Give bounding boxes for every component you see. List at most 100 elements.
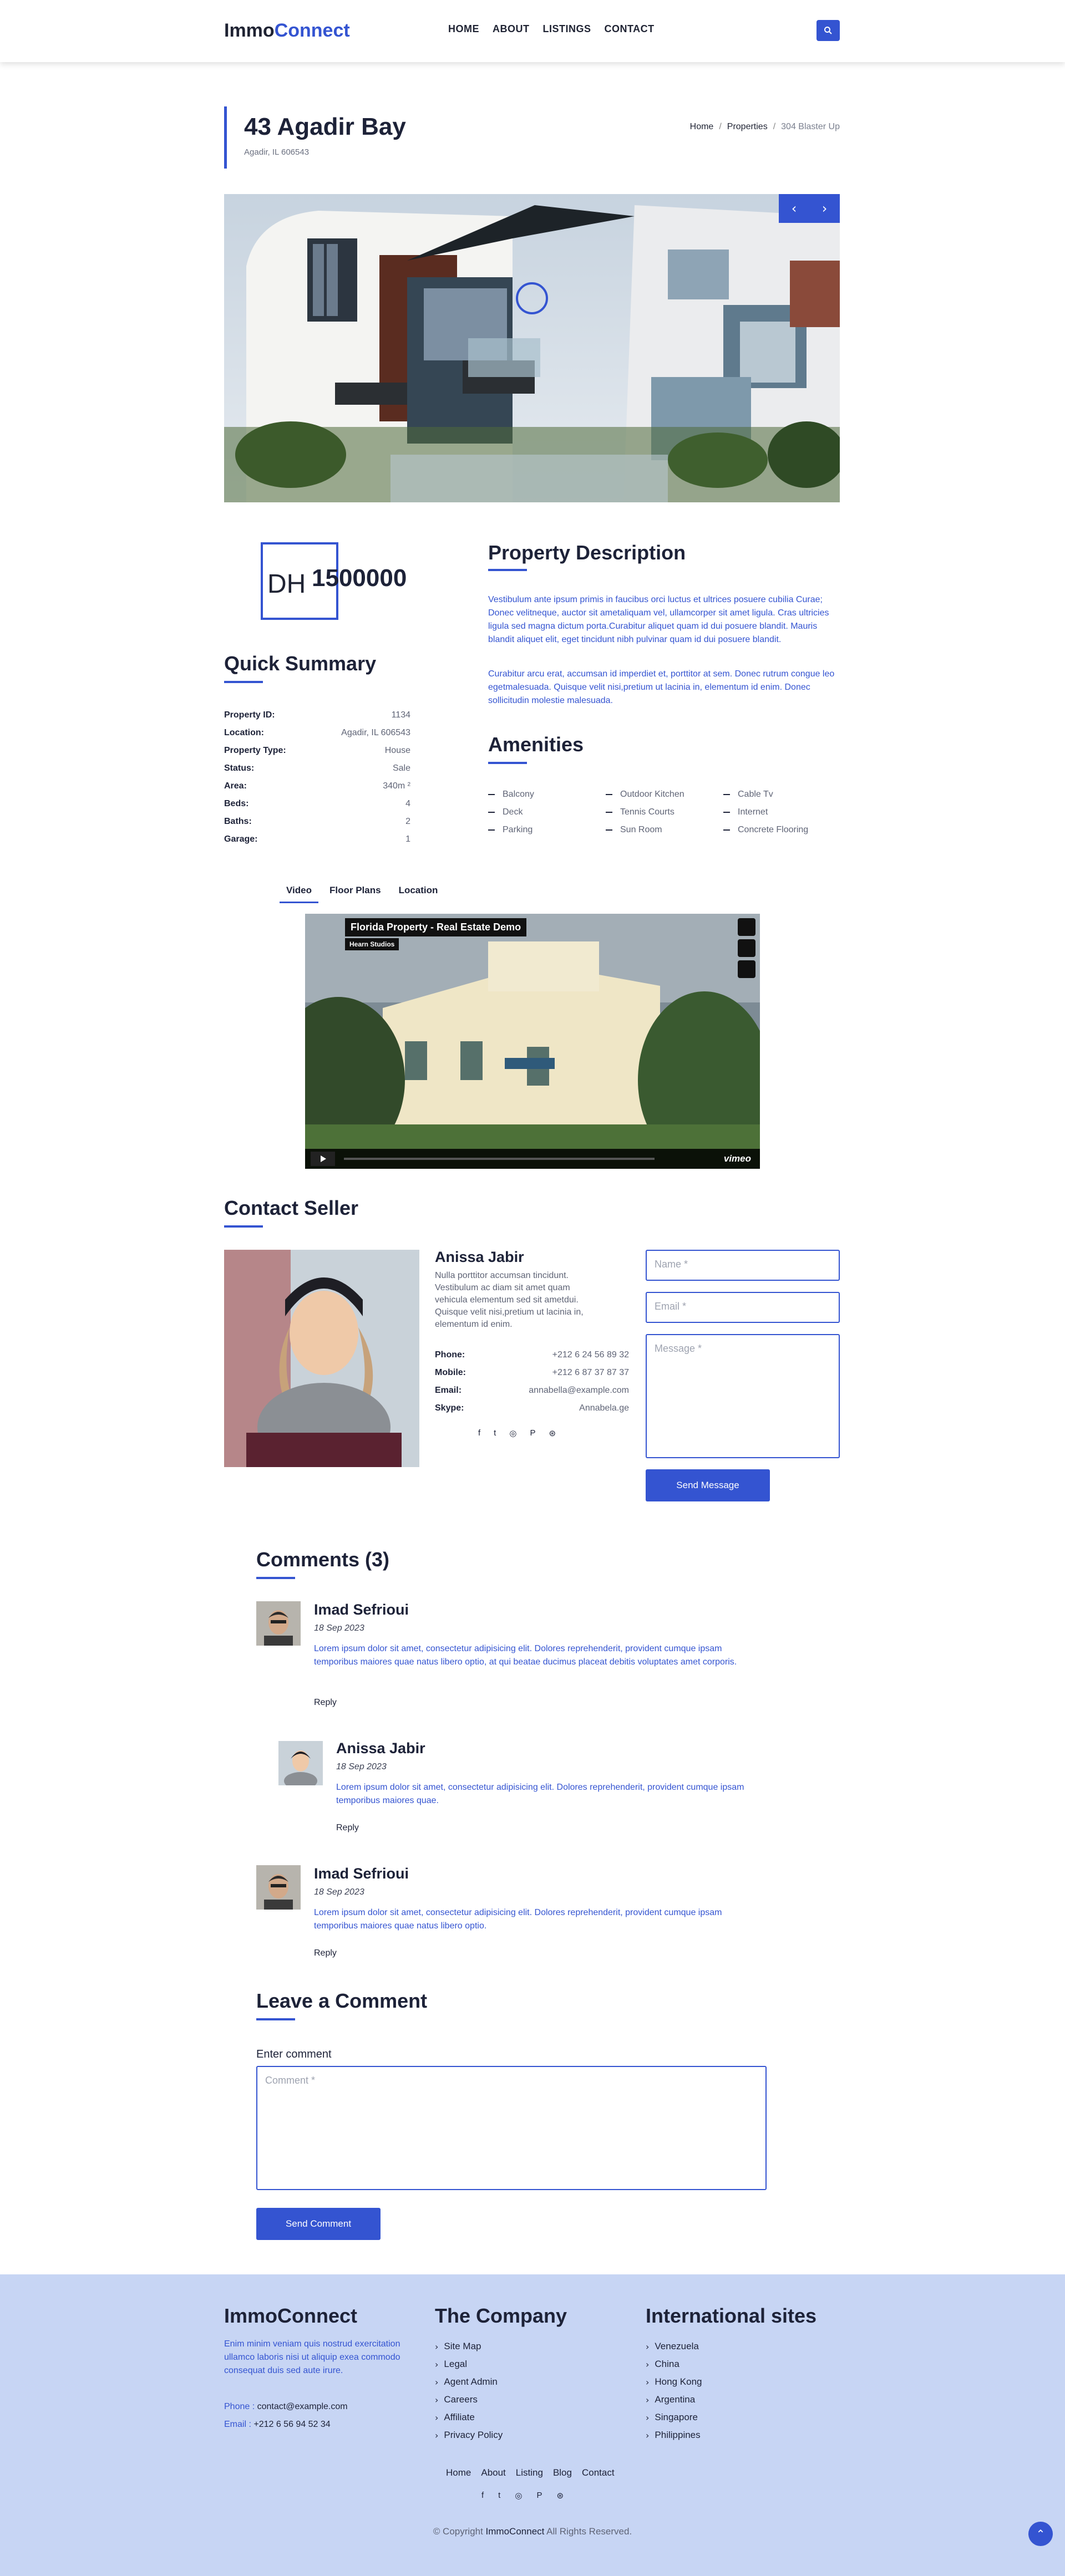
info-value[interactable]: annabella@example.com xyxy=(529,1386,629,1396)
logo-part-b: Connect xyxy=(274,20,350,41)
media-tabs: Video Floor Plans Location xyxy=(280,885,444,903)
footer-link[interactable]: Affiliate xyxy=(435,2409,503,2426)
pinterest-icon[interactable]: P xyxy=(536,2491,542,2501)
tab-floor-plans[interactable]: Floor Plans xyxy=(323,885,388,903)
description-paragraph: Curabitur arcu erat, accumsan id imperdi… xyxy=(488,669,835,705)
copyright-suffix: All Rights Reserved. xyxy=(544,2526,632,2537)
footer-link[interactable]: Venezuela xyxy=(646,2338,702,2355)
amenity-label: Sun Room xyxy=(620,825,662,834)
seller-photo xyxy=(224,1250,419,1467)
footer-link[interactable]: Philippines xyxy=(646,2426,702,2444)
info-value[interactable]: +212 6 87 37 87 37 xyxy=(552,1368,629,1378)
comment-text: Lorem ipsum dolor sit amet, consectetur … xyxy=(314,1644,737,1667)
summary-row: Property Type: House xyxy=(224,742,410,760)
email-value[interactable]: +212 6 56 94 52 34 xyxy=(253,2420,330,2429)
nav-listings[interactable]: LISTINGS xyxy=(543,23,591,35)
message-field[interactable]: Message * xyxy=(646,1334,840,1458)
footer-nav-contact[interactable]: Contact xyxy=(582,2467,615,2478)
facebook-icon[interactable]: f xyxy=(478,1428,480,1438)
nav-about[interactable]: ABOUT xyxy=(493,23,530,35)
footer-link[interactable]: Careers xyxy=(435,2391,503,2409)
back-to-top-button[interactable]: ⌃ xyxy=(1028,2522,1053,2546)
summary-row: Beds: 4 xyxy=(224,795,410,813)
summary-value: 2 xyxy=(405,817,410,826)
info-value[interactable]: +212 6 24 56 89 32 xyxy=(552,1350,629,1360)
seller-social-links: f t ◎ P ⊛ xyxy=(478,1428,556,1438)
info-value[interactable]: Annabela.ge xyxy=(579,1403,629,1413)
footer-link[interactable]: Privacy Policy xyxy=(435,2426,503,2444)
footer-nav-listing[interactable]: Listing xyxy=(516,2467,543,2478)
instagram-icon[interactable]: ◎ xyxy=(509,1428,516,1438)
nav-home[interactable]: HOME xyxy=(448,23,479,35)
footer-link[interactable]: Argentina xyxy=(646,2391,702,2409)
footer-link[interactable]: Legal xyxy=(435,2355,503,2373)
facebook-icon[interactable]: f xyxy=(481,2491,484,2501)
amenity-item: Tennis Courts xyxy=(606,806,723,818)
footer-nav: Home About Listing Blog Contact xyxy=(446,2467,615,2478)
video-channel[interactable]: Hearn Studios xyxy=(345,938,399,950)
chevron-left-icon[interactable]: ‹ xyxy=(792,201,797,216)
twitter-icon[interactable]: t xyxy=(498,2491,500,2501)
heading-underline xyxy=(224,681,263,683)
reply-link[interactable]: Reply xyxy=(336,1823,359,1833)
info-row: Skype: Annabela.ge xyxy=(435,1399,629,1417)
send-comment-button[interactable]: Send Comment xyxy=(256,2208,381,2240)
send-message-button[interactable]: Send Message xyxy=(646,1469,770,1501)
instagram-icon[interactable]: ◎ xyxy=(515,2491,522,2501)
reply-link[interactable]: Reply xyxy=(314,1948,337,1958)
footer-link[interactable]: Singapore xyxy=(646,2409,702,2426)
property-hero-image xyxy=(224,194,840,502)
tab-location[interactable]: Location xyxy=(392,885,445,903)
comment-textarea[interactable]: Comment * xyxy=(256,2066,767,2190)
footer-nav-about[interactable]: About xyxy=(481,2467,505,2478)
dribbble-icon[interactable]: ⊛ xyxy=(549,1428,556,1438)
summary-row: Area: 340m ² xyxy=(224,777,410,795)
comment-date: 18 Sep 2023 xyxy=(314,1887,364,1897)
email-field[interactable]: Email * xyxy=(646,1292,840,1323)
dribbble-icon[interactable]: ⊛ xyxy=(556,2491,564,2501)
footer-nav-home[interactable]: Home xyxy=(446,2467,471,2478)
copyright: © Copyright ImmoConnect All Rights Reser… xyxy=(366,2526,699,2537)
like-icon[interactable] xyxy=(738,918,755,936)
site-logo[interactable]: ImmoConnect xyxy=(224,20,350,42)
chevron-right-icon[interactable]: › xyxy=(822,201,828,216)
name-field[interactable]: Name * xyxy=(646,1250,840,1281)
breadcrumb-home[interactable]: Home xyxy=(690,122,714,132)
comment-author: Anissa Jabir xyxy=(336,1740,425,1757)
amenity-label: Cable Tv xyxy=(738,790,773,799)
video-player[interactable]: Florida Property - Real Estate Demo Hear… xyxy=(305,914,760,1169)
company-links: Site Map Legal Agent Admin Careers Affil… xyxy=(435,2338,503,2444)
footer-link[interactable]: Agent Admin xyxy=(435,2373,503,2391)
footer-brand[interactable]: ImmoConnect xyxy=(224,2304,357,2328)
progress-track[interactable] xyxy=(344,1158,655,1160)
vimeo-logo[interactable]: vimeo xyxy=(724,1153,751,1164)
search-button[interactable] xyxy=(816,20,840,41)
summary-value: 1134 xyxy=(391,710,410,720)
share-icon[interactable] xyxy=(738,960,755,978)
tab-video[interactable]: Video xyxy=(280,885,318,903)
amenity-item: Concrete Flooring xyxy=(723,824,840,836)
footer-link[interactable]: Hong Kong xyxy=(646,2373,702,2391)
footer-nav-blog[interactable]: Blog xyxy=(553,2467,572,2478)
copyright-brand[interactable]: ImmoConnect xyxy=(486,2526,545,2537)
clock-icon[interactable] xyxy=(738,939,755,957)
pinterest-icon[interactable]: P xyxy=(530,1428,535,1438)
phone-value[interactable]: contact@example.com xyxy=(257,2402,348,2411)
summary-value: Agadir, IL 606543 xyxy=(341,728,410,737)
amenities-heading: Amenities xyxy=(488,733,584,756)
breadcrumb-properties[interactable]: Properties xyxy=(727,122,768,132)
footer-link[interactable]: China xyxy=(646,2355,702,2373)
footer-link[interactable]: Site Map xyxy=(435,2338,503,2355)
play-icon[interactable] xyxy=(311,1152,335,1166)
video-title[interactable]: Florida Property - Real Estate Demo xyxy=(345,918,527,936)
seller-contact-info: Phone: +212 6 24 56 89 32 Mobile: +212 6 8… xyxy=(435,1346,629,1417)
nav-contact[interactable]: CONTACT xyxy=(605,23,655,35)
property-title: 43 Agadir Bay xyxy=(244,113,406,140)
amenity-item: Internet xyxy=(723,806,840,818)
quick-summary-heading: Quick Summary xyxy=(224,652,377,675)
heading-underline xyxy=(256,2018,295,2020)
twitter-icon[interactable]: t xyxy=(494,1428,496,1438)
amenity-label: Outdoor Kitchen xyxy=(620,790,684,799)
footer-email: Email : +212 6 56 94 52 34 xyxy=(224,2420,331,2430)
reply-link[interactable]: Reply xyxy=(314,1698,337,1708)
